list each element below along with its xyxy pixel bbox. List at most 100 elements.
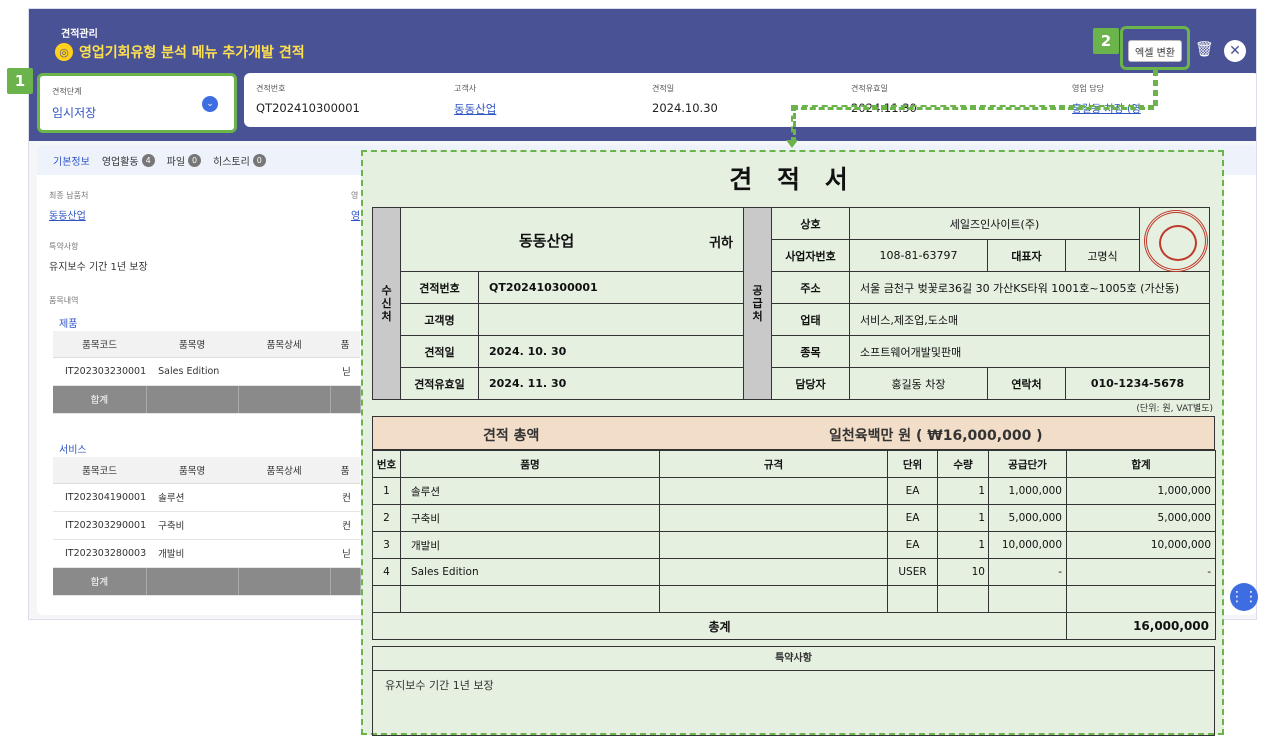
cell [937, 585, 989, 613]
cell: 컨 [330, 483, 361, 512]
cell: 5,000,000 [988, 504, 1067, 532]
cell: 2 [372, 504, 401, 532]
cell [238, 357, 331, 386]
sum-label: 합계 [53, 567, 147, 596]
chevron-down-icon[interactable]: ⌄ [202, 96, 218, 112]
notes-text: 유지보수 기간 1년 보장 [385, 679, 494, 692]
col-spec: 규격 [659, 450, 888, 478]
final-link[interactable]: 동동산업 [49, 207, 88, 222]
table-row[interactable]: IT202303290001 구축비 컨 [53, 511, 361, 540]
cell: 1 [937, 477, 989, 505]
close-icon[interactable]: ✕ [1224, 40, 1246, 62]
no-label: 견적번호 [400, 271, 479, 304]
items-label: 품목내역 [49, 295, 78, 306]
tab-label: 파일 [166, 156, 186, 168]
mgr-label: 담당자 [771, 367, 850, 400]
biz-label: 업태 [771, 303, 850, 336]
cell: IT202303230001 [53, 357, 147, 386]
col-no: 번호 [372, 450, 401, 478]
items-label-text: 품목내역 [49, 296, 79, 305]
cell: USER [887, 558, 938, 586]
cell: 솔루션 [400, 477, 660, 505]
cell: 개발비 [146, 539, 239, 568]
sum-label: 총계 [372, 612, 1067, 640]
cell: 구축비 [146, 511, 239, 540]
cell [659, 477, 888, 505]
cell: 5,000,000 [1066, 504, 1216, 532]
tab-files[interactable]: 파일 0 [166, 153, 202, 168]
table-row[interactable]: IT202303280003 개발비 닏 [53, 539, 361, 568]
col-name[interactable]: 품목명 [146, 457, 239, 484]
quote-preview: 견 적 서 수 신 처 동동산업 귀하 공 급 처 상호 세일즈인사이트(주) … [361, 150, 1224, 736]
owner-label: 영업 담당 [1072, 84, 1104, 93]
tab-history[interactable]: 히스토리 0 [213, 153, 266, 168]
callout-badge-1: 1 [7, 68, 33, 94]
company-seal-icon [1144, 210, 1208, 272]
table-row[interactable]: IT202303230001 Sales Edition 닏 [53, 357, 361, 386]
cell: EA [887, 504, 938, 532]
cell [659, 585, 888, 613]
sum-row: 합계 [53, 567, 361, 596]
connector-line [791, 105, 796, 143]
col-detail[interactable]: 품목상세 [238, 457, 331, 484]
bizno-label: 사업자번호 [771, 239, 850, 272]
col-cut[interactable]: 품 [330, 331, 361, 358]
cell: 구축비 [400, 504, 660, 532]
item-label: 종목 [771, 335, 850, 368]
col-code[interactable]: 품목코드 [53, 331, 147, 358]
notes-title: 특약사항 [373, 647, 1214, 671]
connector-line [792, 105, 1154, 110]
date-label: 견적일 [400, 335, 479, 368]
cut-value: 영 [351, 211, 361, 222]
cell: Sales Edition [400, 558, 660, 586]
col-name[interactable]: 품목명 [146, 331, 239, 358]
cell: 1,000,000 [988, 477, 1067, 505]
cell: IT202304190001 [53, 483, 147, 512]
no-value: QT202410300001 [478, 271, 744, 304]
excel-highlight [1120, 26, 1190, 70]
cell: - [1066, 558, 1216, 586]
cell: 1 [937, 504, 989, 532]
owner-card: 영업 담당 홍길동 차장 (영 [1060, 73, 1256, 127]
summary-date: 견적일 2024.10.30 [652, 83, 718, 115]
cell [988, 585, 1067, 613]
final-destination: 최종 납품처 동동산업 [49, 190, 88, 222]
cell [887, 585, 938, 613]
delete-icon[interactable]: 🗑 [1195, 40, 1214, 60]
total-label: 견적 총액 [483, 428, 540, 444]
total-value: 일천육백만 원 ( ₩16,000,000 ) [829, 428, 1043, 444]
summary-no: 견적번호 QT202410300001 [256, 83, 360, 115]
total-amount-row: 견적 총액 일천육백만 원 ( ₩16,000,000 ) [372, 416, 1215, 450]
breadcrumb: 견적관리 [61, 29, 98, 40]
cell: 1 [937, 531, 989, 559]
apps-grid-icon[interactable]: ⋮⋮ [1230, 583, 1258, 611]
page-title: ◎ 영업기회유형 분석 메뉴 추가개발 견적 [55, 42, 305, 62]
table-row[interactable]: IT202304190001 솔루션 컨 [53, 483, 361, 512]
client-label: 고객사 [454, 84, 477, 93]
tab-activity[interactable]: 영업활동 4 [102, 153, 155, 168]
cell: IT202303280003 [53, 539, 147, 568]
cell: 10 [937, 558, 989, 586]
quote-stage-select[interactable]: 견적단계 임시저장 ⌄ [37, 73, 237, 133]
client-label: 고객명 [400, 303, 479, 336]
summary-valid: 견적유효일 2024.11.30 [851, 83, 917, 115]
tab-label: 영업활동 [101, 156, 139, 168]
col-cut[interactable]: 품 [330, 457, 361, 484]
products-table: 품목코드 품목명 품목상세 품 IT202303230001 Sales Edi… [53, 331, 361, 414]
col-name: 품명 [400, 450, 660, 478]
cell [238, 539, 331, 568]
tab-basic[interactable]: 기본정보 [53, 153, 90, 168]
doc-item-row: 2 구축비 EA 1 5,000,000 5,000,000 [372, 504, 1216, 532]
doc-item-row: 3 개발비 EA 1 10,000,000 10,000,000 [372, 531, 1216, 559]
client-link[interactable]: 동동산업 [454, 101, 496, 117]
no-value: QT202410300001 [256, 101, 360, 115]
col-detail[interactable]: 품목상세 [238, 331, 331, 358]
recipient-name: 동동산업 [519, 232, 575, 250]
col-unit: 단위 [887, 450, 938, 478]
recipient-side-label: 수 신 처 [372, 207, 401, 400]
tab-label: 기본정보 [53, 156, 90, 168]
bizno-value: 108-81-63797 [849, 239, 988, 272]
doc-item-row [372, 585, 1216, 613]
no-label: 견적번호 [256, 84, 286, 93]
col-code[interactable]: 품목코드 [53, 457, 147, 484]
